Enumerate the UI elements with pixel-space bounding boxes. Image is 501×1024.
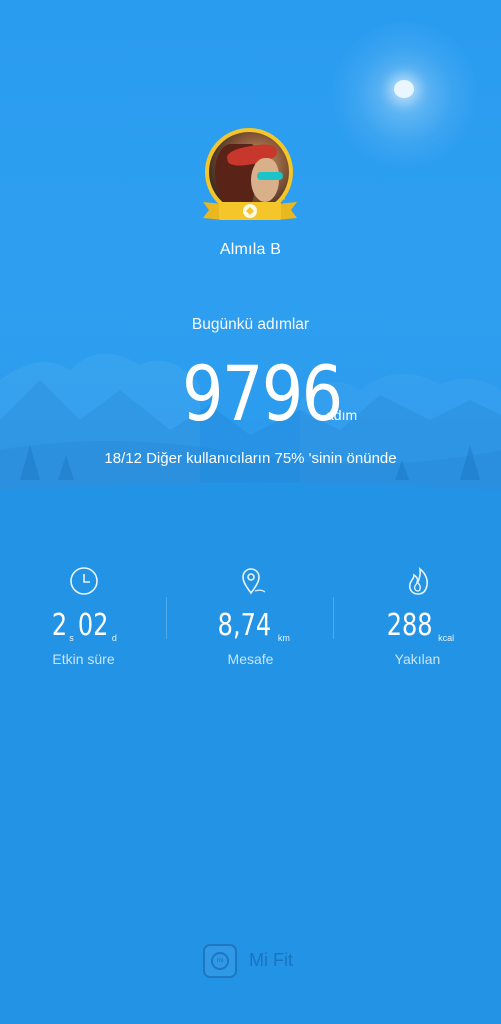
- distance-value: 8,74 km: [217, 608, 290, 643]
- active-time-label: Etkin süre: [52, 651, 115, 667]
- level-ribbon-icon: ★ ★: [203, 198, 297, 220]
- location-pin-icon: [241, 568, 265, 595]
- flame-icon: [408, 567, 428, 595]
- stat-active-time[interactable]: 2 s 02 d Etkin süre: [0, 565, 167, 675]
- clock-icon: [69, 567, 98, 595]
- brand-name: Mi Fit: [249, 950, 293, 970]
- active-time-value: 2 s 02 d: [52, 608, 117, 643]
- today-steps-value[interactable]: 9796: [182, 350, 343, 438]
- avatar-badge[interactable]: ★ ★: [201, 128, 299, 232]
- profile-name: Almıla B: [219, 241, 282, 258]
- stat-distance[interactable]: 8,74 km Mesafe: [167, 565, 334, 675]
- today-steps-label: Bugünkü adımlar: [191, 316, 310, 333]
- svg-text:★: ★: [213, 198, 218, 202]
- stats-row: 2 s 02 d Etkin süre 8,74 km Mesafe 288 kcal Y…: [0, 565, 501, 675]
- calories-label: Yakılan: [394, 651, 441, 667]
- rank-text: 18/12 Diğer kullanıcıların 75% 'sinin ön…: [104, 450, 397, 467]
- mi-fit-logo-icon: mi: [203, 944, 237, 978]
- distance-label: Mesafe: [227, 651, 274, 667]
- stat-calories[interactable]: 288 kcal Yakılan: [334, 565, 501, 675]
- calories-value: 288 kcal: [386, 608, 455, 643]
- sun-icon: [394, 80, 414, 98]
- steps-unit: adım: [326, 407, 358, 423]
- svg-text:★: ★: [281, 198, 286, 202]
